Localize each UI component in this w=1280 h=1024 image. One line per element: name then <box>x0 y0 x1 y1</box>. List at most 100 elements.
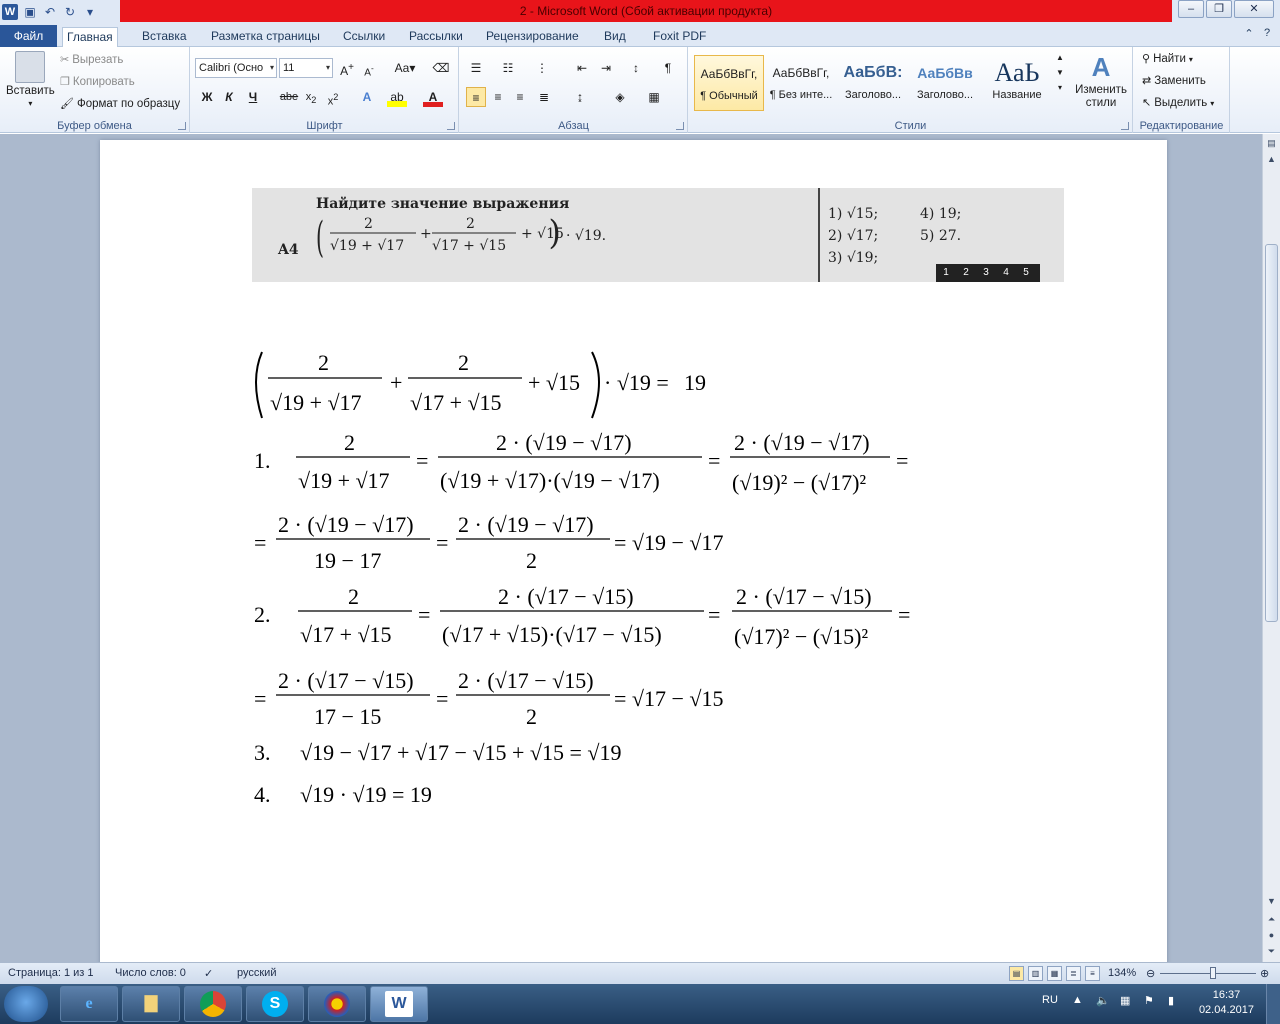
font-launcher-icon[interactable] <box>447 122 455 130</box>
select-browse-object-icon[interactable]: ● <box>1265 928 1278 942</box>
select-button[interactable]: ↖ Выделить ▾ <box>1142 96 1214 110</box>
maximize-button[interactable]: ❐ <box>1206 0 1232 18</box>
sort-icon[interactable]: ↕ <box>626 58 646 78</box>
styles-launcher-icon[interactable] <box>1121 122 1129 130</box>
replace-button[interactable]: ⇄ Заменить <box>1142 74 1206 88</box>
tab-mailings[interactable]: Рассылки <box>405 27 467 47</box>
show-formatting-icon[interactable]: ¶ <box>658 58 678 78</box>
tab-insert[interactable]: Вставка <box>138 27 191 47</box>
decrease-indent-icon[interactable]: ⇤ <box>572 58 592 78</box>
scrollbar-thumb[interactable] <box>1265 244 1278 622</box>
tab-view[interactable]: Вид <box>600 27 630 47</box>
draft-icon[interactable]: ≡ <box>1085 966 1100 981</box>
styles-scroll[interactable]: ▲ ▼ ▾ <box>1055 53 1065 92</box>
grow-font-icon[interactable]: A+ <box>337 58 357 78</box>
tab-references[interactable]: Ссылки <box>339 27 389 47</box>
zoom-slider-track[interactable] <box>1160 973 1256 974</box>
scroll-down-icon[interactable]: ▼ <box>1265 894 1278 908</box>
increase-indent-icon[interactable]: ⇥ <box>596 58 616 78</box>
change-styles-button[interactable]: A Изменить стили <box>1071 53 1131 110</box>
superscript-icon[interactable]: x2 <box>323 87 343 108</box>
outline-icon[interactable]: ≣ <box>1066 966 1081 981</box>
clock[interactable]: 16:37 02.04.2017 <box>1199 988 1254 1018</box>
zoom-level[interactable]: 134% <box>1108 967 1136 979</box>
save-icon[interactable]: ▣ <box>22 4 38 20</box>
italic-button[interactable]: К <box>219 87 239 107</box>
shrink-font-icon[interactable]: A- <box>359 58 379 78</box>
language-indicator[interactable]: русский <box>237 967 276 979</box>
redo-icon[interactable]: ↻ <box>62 4 78 20</box>
vertical-scrollbar[interactable]: ▤ ▲ ▼ ⏶ ● ⏷ <box>1262 134 1280 962</box>
tab-page-layout[interactable]: Разметка страницы <box>207 27 324 47</box>
justify-icon[interactable]: ≣ <box>534 87 554 107</box>
bullets-icon[interactable]: ☰ <box>466 58 486 78</box>
numbering-icon[interactable]: ☷ <box>498 58 518 78</box>
format-painter-button[interactable]: 🖌 Формат по образцу <box>60 97 180 111</box>
scroll-up-icon[interactable]: ▲ <box>1056 53 1064 62</box>
previous-page-icon[interactable]: ⏶ <box>1265 912 1278 926</box>
style-title[interactable]: АаЬ Название <box>982 55 1052 111</box>
full-screen-reading-icon[interactable]: ▥ <box>1028 966 1043 981</box>
internet-explorer-icon[interactable]: e <box>60 986 118 1022</box>
clear-formatting-icon[interactable]: ⌫ <box>431 58 451 78</box>
action-center-icon[interactable]: ⚑ <box>1144 994 1154 1007</box>
skype-icon[interactable]: S <box>246 986 304 1022</box>
collapse-ribbon-icon[interactable]: ⌃ <box>1242 27 1256 40</box>
paragraph-launcher-icon[interactable] <box>676 122 684 130</box>
undo-icon[interactable]: ↶ <box>42 4 58 20</box>
text-effects-icon[interactable]: A <box>357 87 377 107</box>
line-spacing-icon[interactable]: ↨ <box>570 87 590 107</box>
volume-icon[interactable]: 🔈 <box>1096 994 1110 1007</box>
scroll-up-icon[interactable]: ▲ <box>1265 152 1278 166</box>
show-desktop-button[interactable] <box>1266 984 1280 1024</box>
help-icon[interactable]: ? <box>1260 27 1274 40</box>
strikethrough-button[interactable]: abe <box>279 87 299 107</box>
zoom-in-icon[interactable]: ⊕ <box>1260 967 1269 980</box>
align-left-icon[interactable]: ≡ <box>466 87 486 107</box>
borders-icon[interactable]: ▦ <box>644 87 664 107</box>
bold-button[interactable]: Ж <box>197 87 217 107</box>
tab-foxit-pdf[interactable]: Foxit PDF <box>649 27 710 47</box>
highlight-color-icon[interactable]: ab <box>387 87 407 107</box>
zoom-slider-thumb[interactable] <box>1210 967 1216 979</box>
underline-button[interactable]: Ч <box>243 87 263 107</box>
tab-review[interactable]: Рецензирование <box>482 27 583 47</box>
start-button[interactable] <box>4 986 48 1022</box>
zoom-out-icon[interactable]: ⊖ <box>1146 967 1155 980</box>
shading-icon[interactable]: ◈ <box>610 87 630 107</box>
align-right-icon[interactable]: ≡ <box>510 87 530 107</box>
scroll-down-icon[interactable]: ▼ <box>1056 68 1064 77</box>
word-count[interactable]: Число слов: 0 <box>115 967 186 979</box>
print-layout-icon[interactable]: ▤ <box>1009 966 1024 981</box>
font-size-combo[interactable]: 11 ▾ <box>279 58 333 78</box>
cut-button[interactable]: ✂ Вырезать <box>60 53 123 67</box>
multilevel-list-icon[interactable]: ⋮ <box>532 58 552 78</box>
subscript-icon[interactable]: x2 <box>301 87 321 107</box>
document-page[interactable]: A4 Найдите значение выражения ( 2 √19 + … <box>100 140 1167 962</box>
change-case-button[interactable]: Aa▾ <box>391 58 419 78</box>
network-icon[interactable]: ▦ <box>1120 994 1130 1007</box>
language-bar[interactable]: RU <box>1042 994 1058 1006</box>
customize-qat-icon[interactable]: ▾ <box>82 4 98 20</box>
ruler-toggle-icon[interactable]: ▤ <box>1265 136 1278 150</box>
style-heading-2[interactable]: АаБбВв Заголово... <box>910 55 980 111</box>
tab-file[interactable]: Файл <box>0 25 57 47</box>
paste-button[interactable]: Вставить ▾ <box>6 51 55 108</box>
style-no-spacing[interactable]: АаБбВвГг, ¶ Без инте... <box>766 55 836 111</box>
style-heading-1[interactable]: АаБбВ: Заголово... <box>838 55 908 111</box>
app-icon[interactable] <box>308 986 366 1022</box>
tab-home[interactable]: Главная <box>62 27 118 48</box>
minimize-button[interactable]: – <box>1178 0 1204 18</box>
word-icon[interactable]: W <box>2 4 18 20</box>
more-styles-icon[interactable]: ▾ <box>1058 83 1062 92</box>
word-taskbar-icon[interactable]: W <box>370 986 428 1022</box>
close-button[interactable]: ✕ <box>1234 0 1274 18</box>
clipboard-launcher-icon[interactable] <box>178 122 186 130</box>
copy-button[interactable]: ❐ Копировать <box>60 75 135 89</box>
explorer-icon[interactable]: ▇ <box>122 986 180 1022</box>
page-count[interactable]: Страница: 1 из 1 <box>8 967 94 979</box>
style-normal[interactable]: АаБбВвГг, ¶ Обычный <box>694 55 764 111</box>
chrome-icon[interactable] <box>184 986 242 1022</box>
next-page-icon[interactable]: ⏷ <box>1265 944 1278 958</box>
power-icon[interactable]: ▮ <box>1168 994 1174 1007</box>
